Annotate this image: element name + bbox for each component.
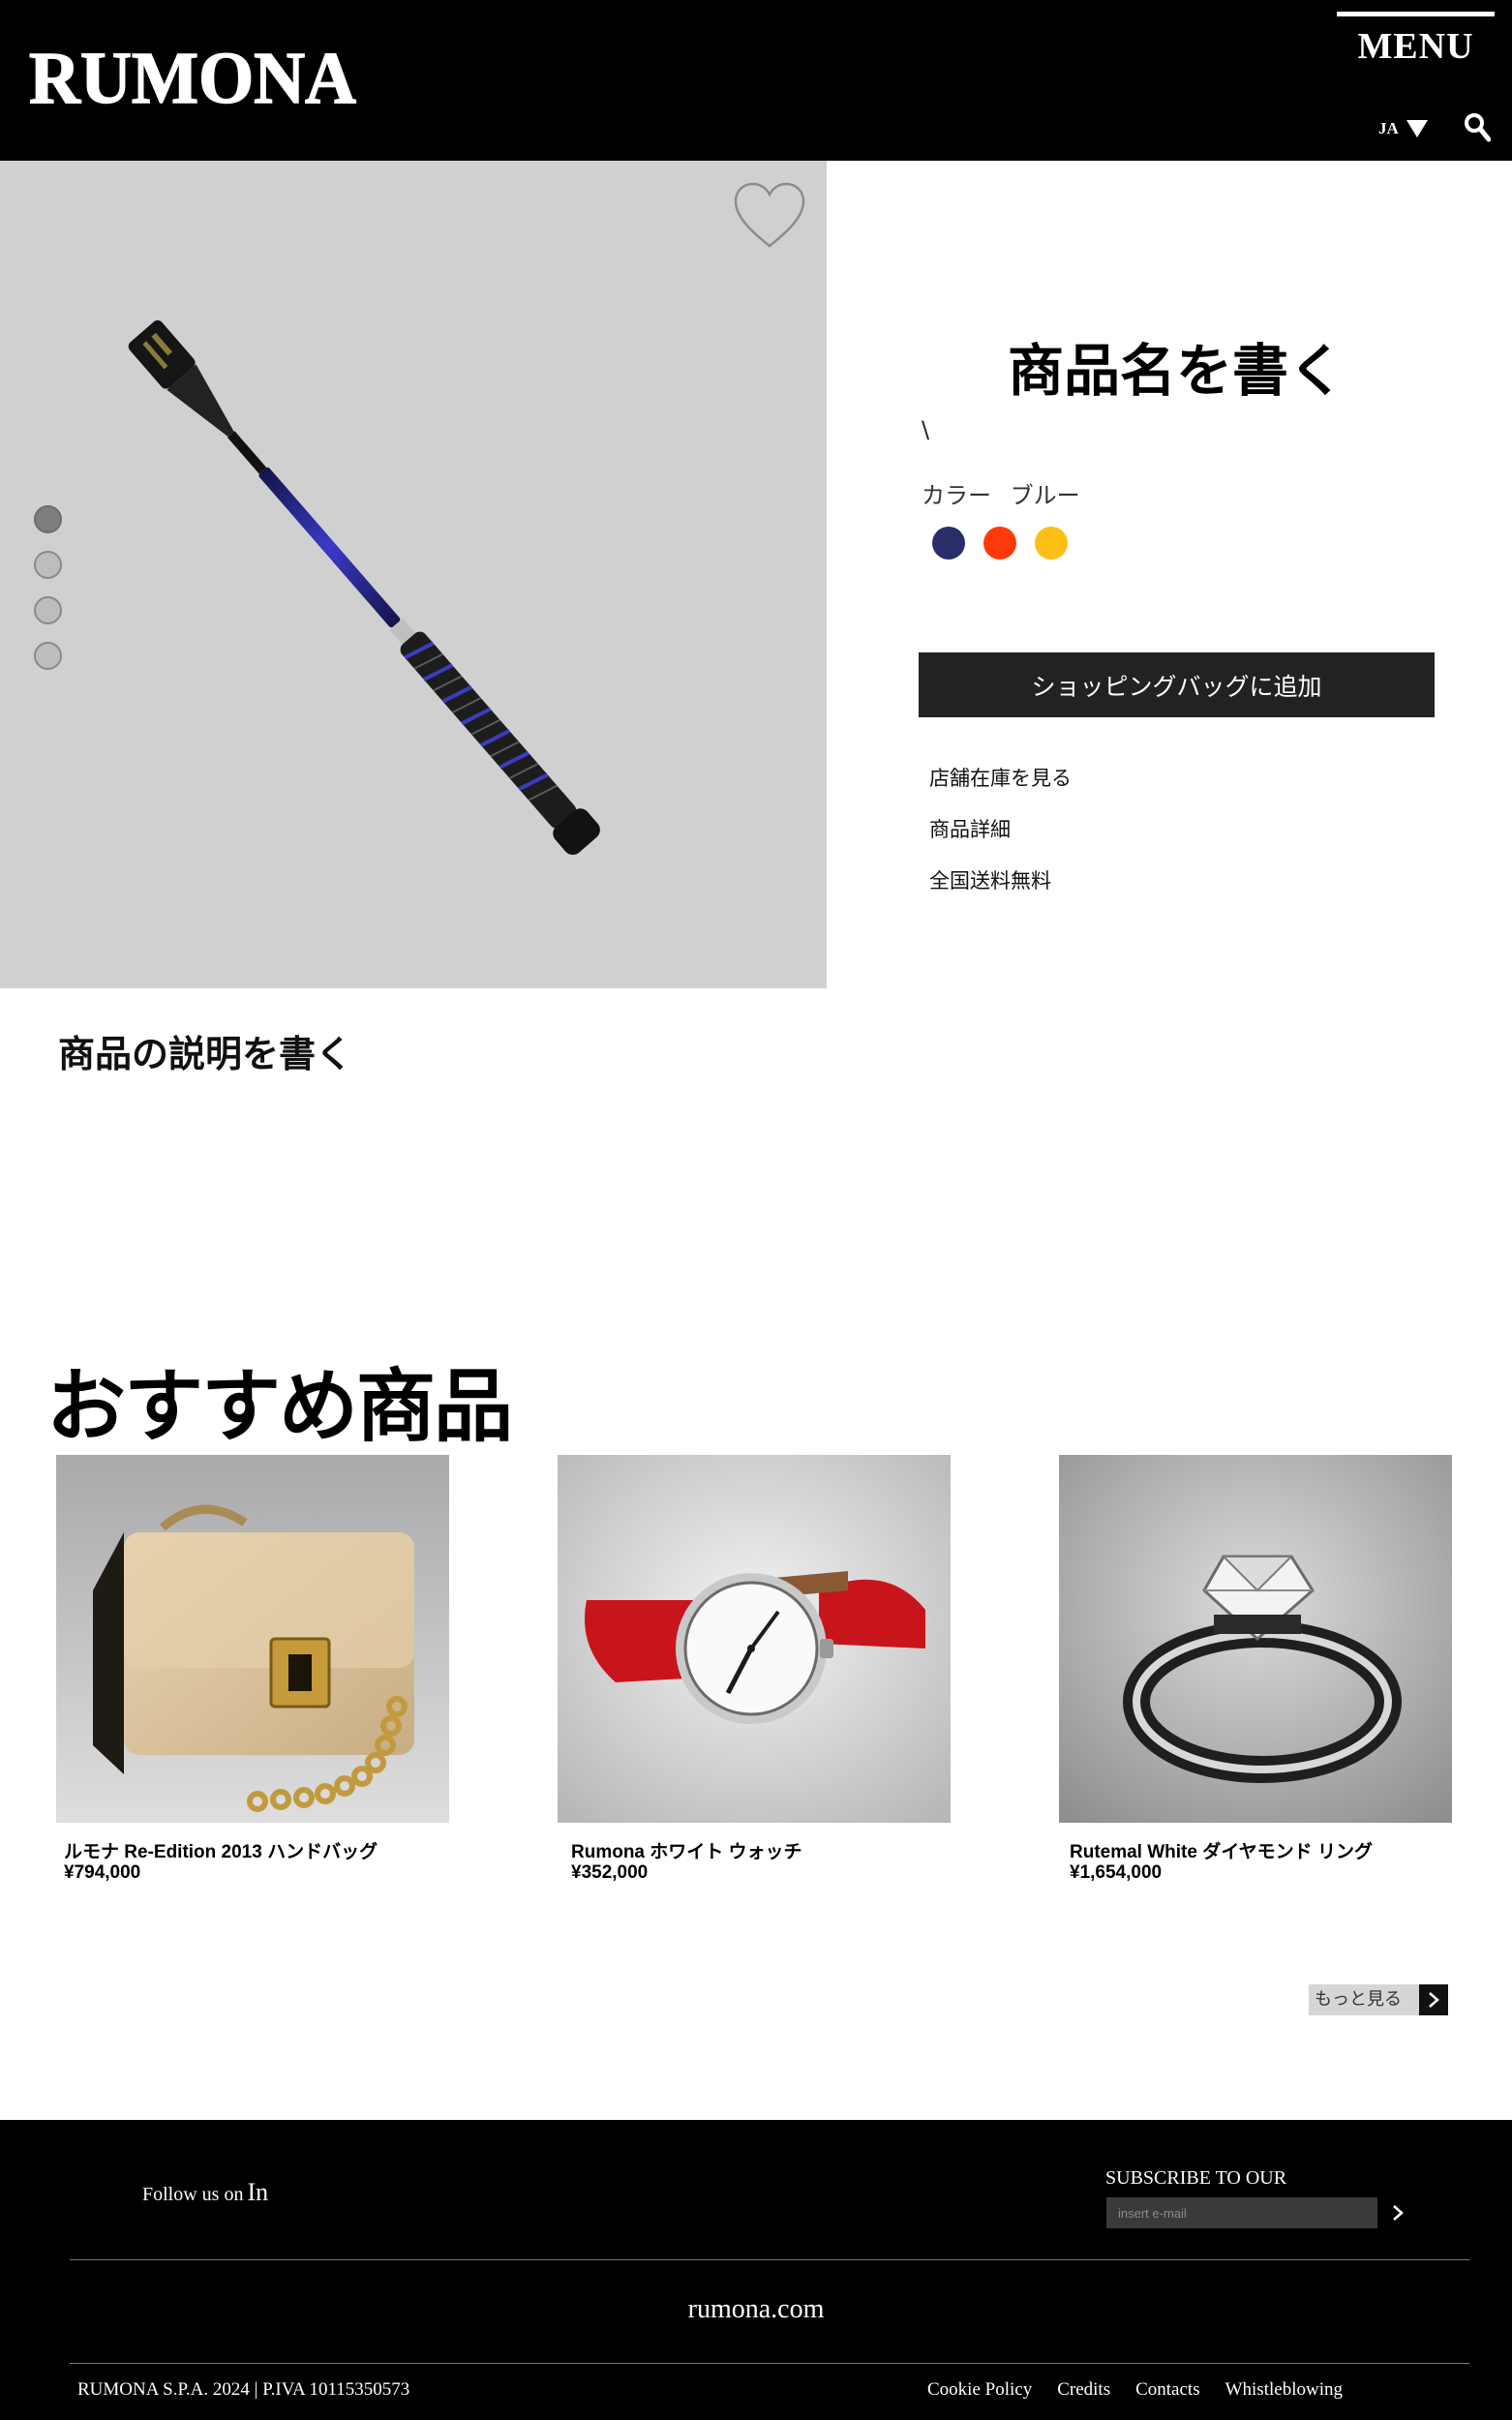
- product-name: 商品名を書く: [1007, 338, 1345, 404]
- handbag-image: [56, 1455, 449, 1823]
- recommended-item[interactable]: ルモナ Re-Edition 2013 ハンドバッグ ¥794,000: [56, 1455, 449, 1883]
- free-shipping-link[interactable]: 全国送料無料: [929, 865, 1051, 894]
- credits-link[interactable]: Credits: [1057, 2379, 1110, 2401]
- site-footer: Follow us onIn SUBSCRIBE TO OUR NEWSLETT…: [0, 2120, 1512, 2420]
- newsletter-submit-icon[interactable]: [1386, 2199, 1409, 2226]
- language-selector[interactable]: JA: [1378, 114, 1428, 143]
- recommended-item-price: ¥352,000: [571, 1862, 649, 1883]
- footer-divider: [70, 2363, 1469, 2364]
- product-image: [128, 319, 600, 856]
- menu-indicator-bar: [1337, 12, 1495, 16]
- favorite-heart-icon[interactable]: [734, 182, 805, 250]
- search-icon[interactable]: [1464, 112, 1491, 143]
- color-swatch-navy[interactable]: [932, 527, 965, 560]
- svg-text:RUMONA: RUMONA: [29, 38, 356, 119]
- recommended-item-name: Rutemal White ダイヤモンド リング: [1070, 1842, 1373, 1862]
- product-gallery: [0, 161, 827, 988]
- site-header: RUMONA MENU JA: [0, 0, 1512, 161]
- contacts-link[interactable]: Contacts: [1135, 2379, 1200, 2401]
- color-swatch-yellow[interactable]: [1035, 527, 1068, 560]
- product-description: 商品の説明を書く: [58, 1032, 353, 1075]
- watch-image: [558, 1455, 951, 1823]
- recommended-item[interactable]: Rutemal White ダイヤモンド リング ¥1,654,000: [1059, 1455, 1452, 1883]
- add-to-bag-button[interactable]: ショッピングバッグに追加: [919, 652, 1435, 717]
- color-swatch-red[interactable]: [983, 527, 1016, 560]
- gallery-dot-1[interactable]: [34, 505, 62, 533]
- brand-logo[interactable]: RUMONA: [28, 25, 358, 122]
- recommended-item[interactable]: Rumona ホワイト ウォッチ ¥352,000: [558, 1455, 951, 1883]
- color-value: ブルー: [1010, 482, 1080, 509]
- gallery-dot-3[interactable]: [34, 596, 62, 624]
- newsletter-email-input[interactable]: [1106, 2197, 1377, 2228]
- cookie-policy-link[interactable]: Cookie Policy: [927, 2379, 1032, 2401]
- footer-copyright: RUMONA S.P.A. 2024 | P.IVA 10115350573: [77, 2379, 410, 2400]
- follow-text: Follow us on: [142, 2184, 244, 2205]
- footer-divider: [70, 2259, 1469, 2260]
- footer-site-name[interactable]: rumona.com: [0, 2294, 1512, 2325]
- social-network-label: In: [247, 2178, 269, 2206]
- footer-links: Cookie Policy Credits Contacts Whistlebl…: [927, 2379, 1343, 2401]
- product-subtitle-mark: \: [922, 416, 930, 443]
- color-selection-label: カラー ブルー: [922, 476, 1080, 510]
- caret-down-icon: [1406, 120, 1428, 137]
- recommended-item-price: ¥1,654,000: [1070, 1862, 1163, 1883]
- chevron-right-icon: [1419, 1984, 1448, 2015]
- gallery-dot-2[interactable]: [34, 551, 62, 579]
- ring-image: [1059, 1455, 1452, 1823]
- recommended-item-price: ¥794,000: [64, 1862, 141, 1883]
- whistleblowing-link[interactable]: Whistleblowing: [1225, 2379, 1343, 2401]
- recommended-item-name: Rumona ホワイト ウォッチ: [571, 1842, 802, 1862]
- store-stock-link[interactable]: 店舗在庫を見る: [929, 763, 1072, 792]
- recommended-title: おすすめ商品: [46, 1360, 513, 1453]
- recommended-item-name: ルモナ Re-Edition 2013 ハンドバッグ: [64, 1842, 378, 1862]
- newsletter-heading: SUBSCRIBE TO OUR NEWSLETTER: [1105, 2167, 1287, 2192]
- brand-logo-mark: RUMONA: [28, 37, 357, 120]
- product-details-link[interactable]: 商品詳細: [929, 814, 1011, 843]
- see-more-label: もっと見る: [1309, 1984, 1419, 2015]
- language-code: JA: [1378, 119, 1399, 137]
- social-follow[interactable]: Follow us on In: [142, 2178, 268, 2207]
- menu-button[interactable]: MENU: [1337, 25, 1495, 68]
- see-more-button[interactable]: もっと見る: [1309, 1984, 1448, 2015]
- color-label: カラー: [922, 482, 991, 509]
- gallery-dot-4[interactable]: [34, 642, 62, 670]
